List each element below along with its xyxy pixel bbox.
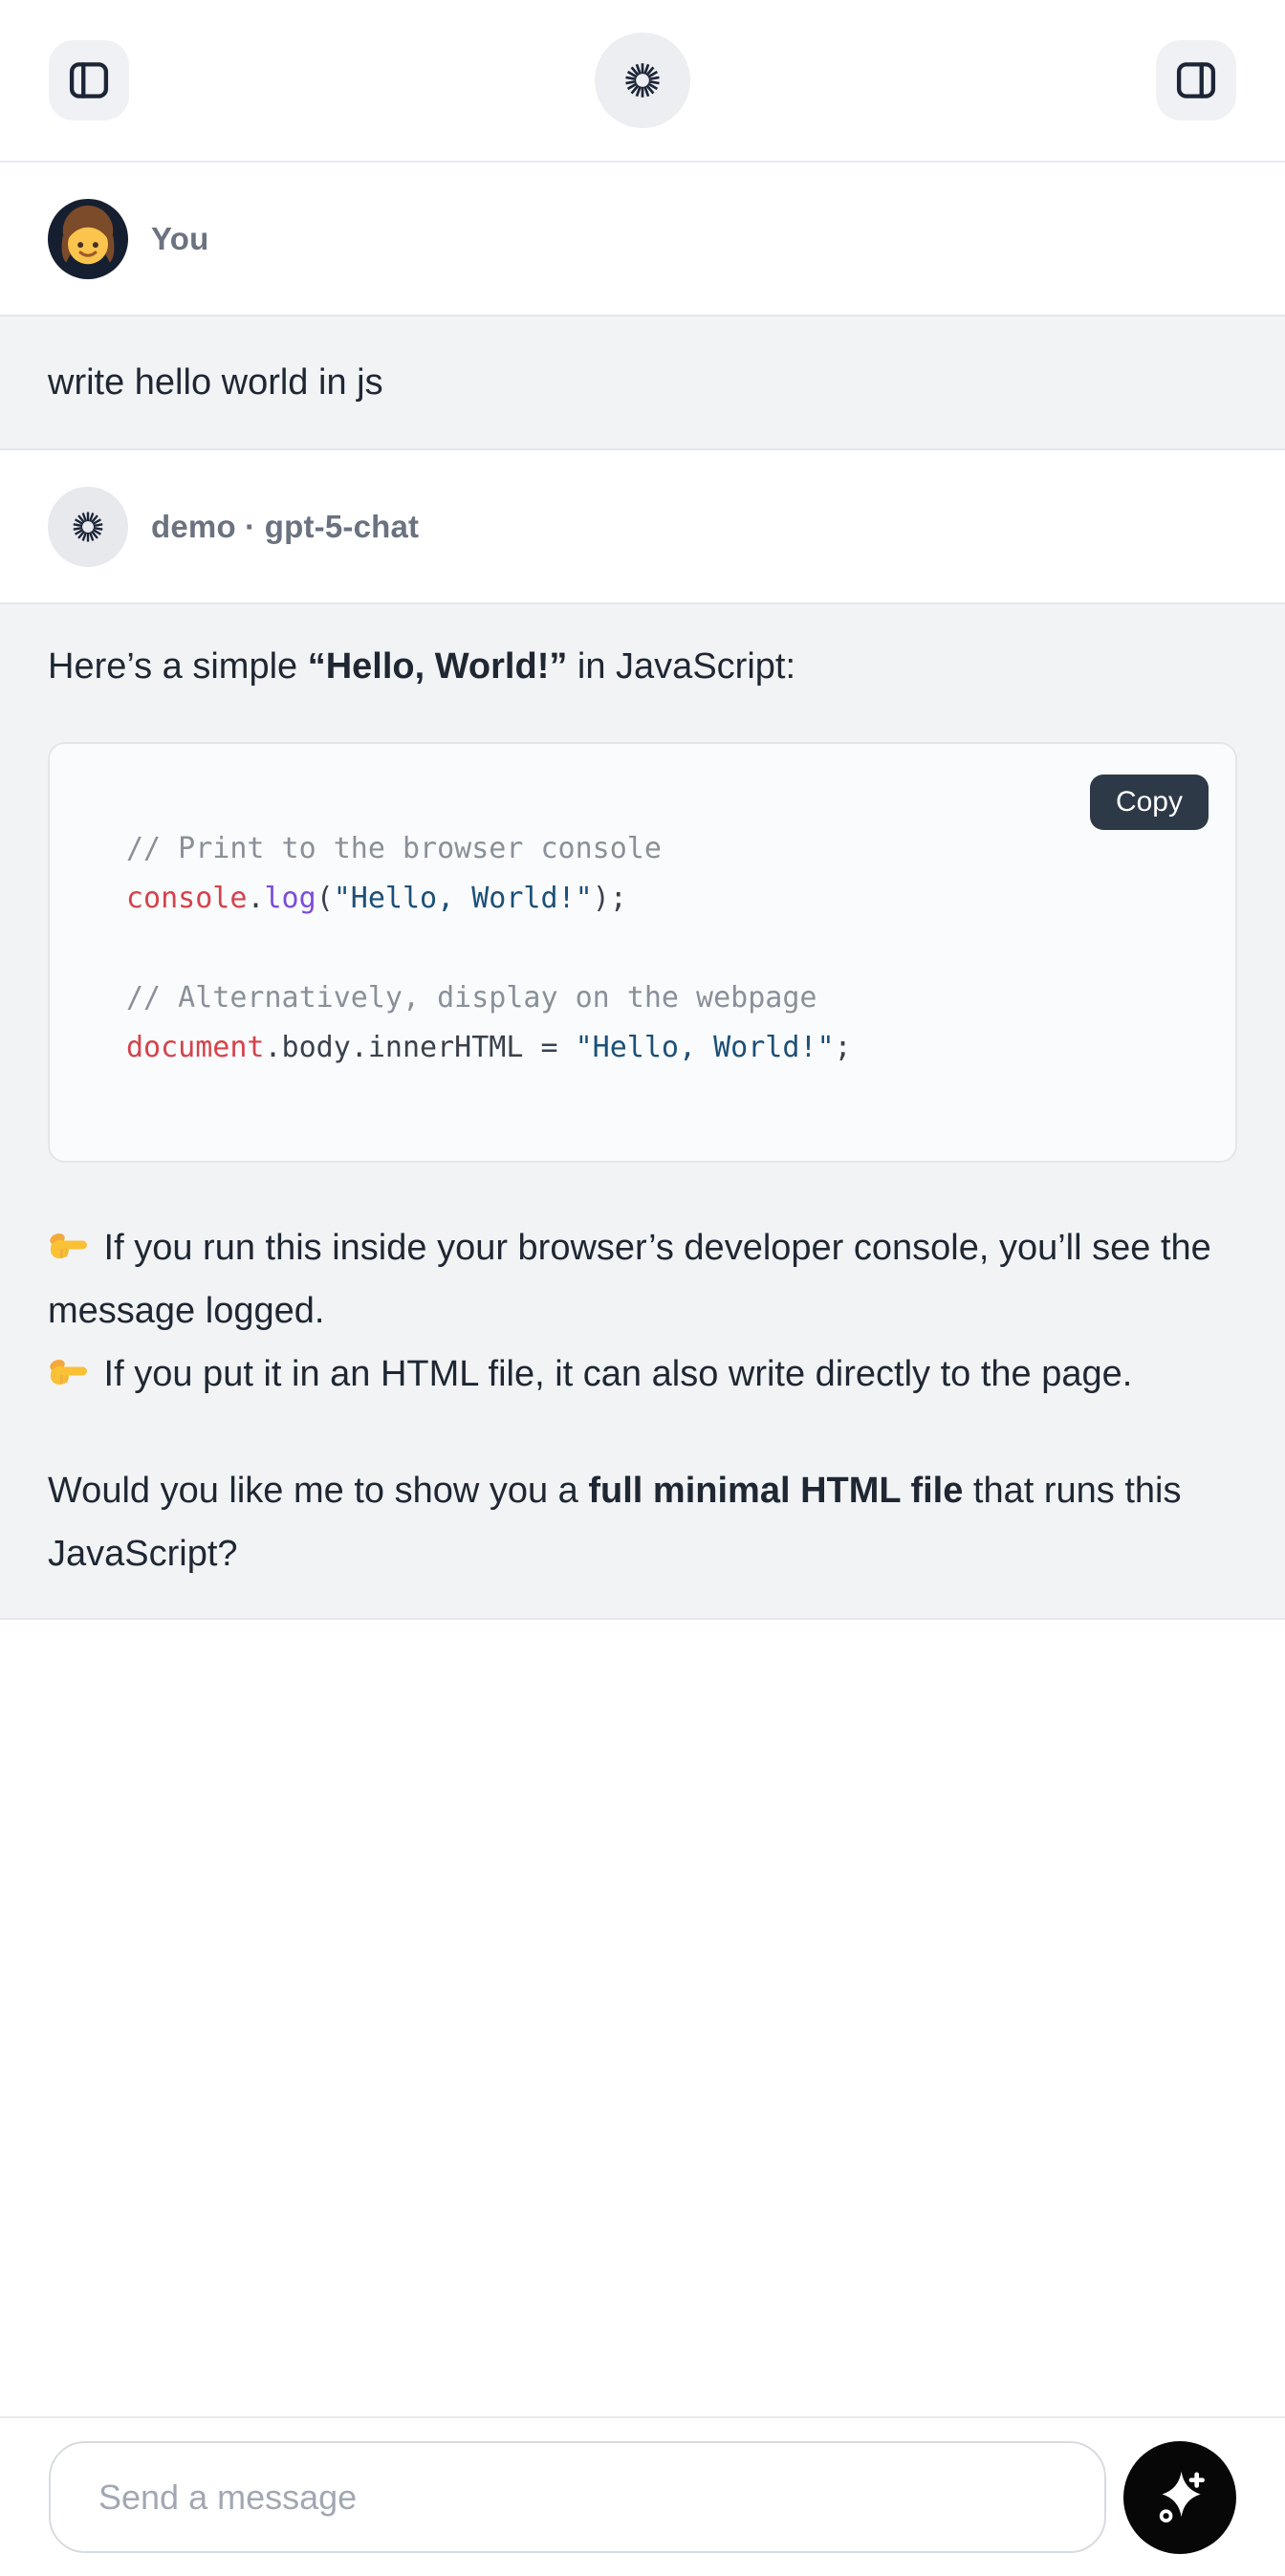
composer-bar (0, 2416, 1285, 2576)
point-right-icon (48, 1348, 90, 1386)
user-name-label: You (151, 221, 208, 257)
code-block: Copy // Print to the browser consolecons… (48, 742, 1237, 1163)
sparkle-icon (1149, 2467, 1210, 2528)
message-input[interactable] (49, 2441, 1106, 2553)
panel-right-icon (1174, 58, 1218, 102)
person-emoji-icon (48, 199, 128, 279)
top-bar (0, 0, 1285, 163)
code-content: // Print to the browser consoleconsole.l… (50, 744, 1235, 1161)
assistant-intro-text: Here’s a simple “Hello, World!” in JavaS… (48, 635, 1237, 698)
user-message-header: You (0, 163, 1285, 315)
code-line: // Print to the browser console (126, 824, 1197, 874)
point-right-icon (48, 1222, 90, 1260)
sidebar-toggle-button[interactable] (49, 40, 129, 120)
starburst-avatar-icon (69, 508, 107, 546)
assistant-avatar (48, 487, 128, 567)
panel-left-icon (67, 58, 111, 102)
code-line (126, 924, 1197, 973)
copy-button[interactable]: Copy (1090, 775, 1209, 830)
user-avatar (48, 199, 128, 279)
code-line: console.log("Hello, World!"); (126, 874, 1197, 924)
assistant-tips-paragraph: If you run this inside your browser’s de… (48, 1216, 1237, 1406)
code-line: document.body.innerHTML = "Hello, World!… (126, 1023, 1197, 1073)
user-message-text: write hello world in js (48, 362, 383, 404)
assistant-question-paragraph: Would you like me to show you a full min… (48, 1459, 1237, 1585)
spinner-button[interactable] (595, 33, 690, 128)
empty-scroll-area (0, 1620, 1285, 2416)
code-line: // Alternatively, display on the webpage (126, 973, 1197, 1023)
user-message-body: write hello world in js (0, 315, 1285, 450)
assistant-model-label: demo · gpt-5-chat (151, 509, 419, 545)
conversation: You write hello world in js demo · gpt-5… (0, 163, 1285, 2416)
send-button[interactable] (1123, 2441, 1236, 2554)
assistant-message-header: demo · gpt-5-chat (0, 450, 1285, 602)
right-panel-toggle-button[interactable] (1156, 40, 1236, 120)
starburst-spinner-icon (621, 58, 664, 102)
assistant-message-body: Here’s a simple “Hello, World!” in JavaS… (0, 602, 1285, 1620)
chat-app: You write hello world in js demo · gpt-5… (0, 0, 1285, 2576)
